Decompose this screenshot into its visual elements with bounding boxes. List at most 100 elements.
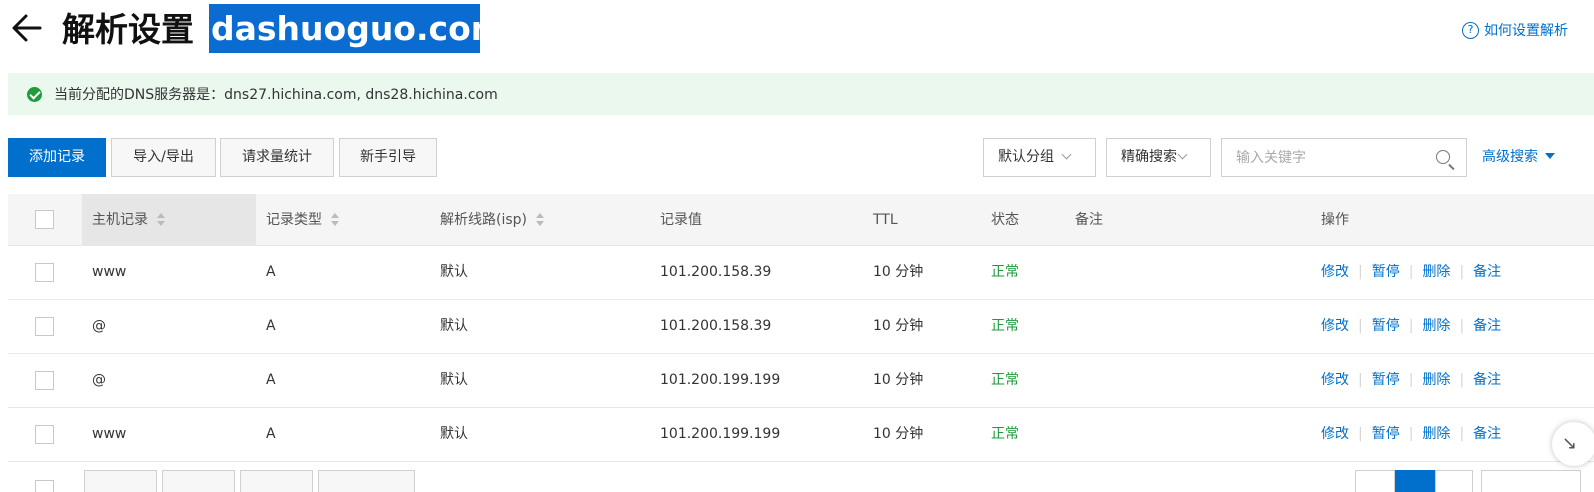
prev-page-button[interactable] (1355, 470, 1395, 492)
table-footer (8, 470, 1594, 492)
status-cell: 正常 (991, 426, 1019, 442)
host-cell: www (92, 264, 127, 280)
row-actions: 修改 | 暂停 | 删除 | 备注 (1321, 300, 1501, 353)
delete-link[interactable]: 删除 (1422, 426, 1450, 442)
row-checkbox[interactable] (35, 263, 54, 282)
column-host-label: 主机记录 (92, 212, 148, 228)
host-cell: @ (92, 318, 106, 334)
action-separator: | (1358, 264, 1363, 280)
sort-icon[interactable] (331, 213, 339, 227)
line-cell: 默认 (440, 426, 468, 442)
row-checkbox[interactable] (35, 371, 54, 390)
add-record-button[interactable]: 添加记录 (8, 138, 106, 177)
remark-link[interactable]: 备注 (1473, 318, 1501, 334)
page-1-button[interactable] (1395, 470, 1435, 492)
scroll-to-top-button[interactable]: ↘ (1552, 422, 1594, 466)
remark-link[interactable]: 备注 (1473, 264, 1501, 280)
column-line-label: 解析线路(isp) (440, 212, 527, 228)
edit-link[interactable]: 修改 (1321, 318, 1349, 334)
action-separator: | (1459, 318, 1465, 334)
pause-link[interactable]: 暂停 (1372, 372, 1400, 388)
action-separator: | (1358, 318, 1363, 334)
remark-link[interactable]: 备注 (1473, 372, 1501, 388)
help-link[interactable]: ? 如何设置解析 (1462, 20, 1568, 40)
page-size-select[interactable] (1481, 470, 1581, 492)
group-select-value: 默认分组 (998, 149, 1054, 165)
back-arrow-icon[interactable] (8, 8, 48, 48)
edit-link[interactable]: 修改 (1321, 372, 1349, 388)
page-title: 解析设置 (62, 10, 194, 49)
table-row: @ A 默认 101.200.199.199 10 分钟 正常 修改 | 暂停 | 删除… (8, 354, 1594, 408)
column-actions-header: 操作 (1321, 212, 1349, 228)
import-export-button[interactable]: 导入/导出 (111, 138, 216, 177)
type-cell: A (266, 264, 276, 280)
dns-records-table: 主机记录 记录类型 解析线路(isp) 记录值 TTL 状态 备注 操作 www… (8, 194, 1594, 492)
pause-link[interactable]: 暂停 (1372, 264, 1400, 280)
delete-link[interactable]: 删除 (1422, 318, 1450, 334)
ttl-cell: 10 分钟 (873, 318, 924, 334)
column-type-label: 记录类型 (266, 212, 322, 228)
host-cell: www (92, 426, 127, 442)
domain-name: dashuoguo.com (209, 4, 480, 53)
row-actions: 修改 | 暂停 | 删除 | 备注 (1321, 246, 1501, 299)
batch-action-button[interactable] (318, 470, 415, 492)
line-cell: 默认 (440, 264, 468, 280)
line-cell: 默认 (440, 372, 468, 388)
dns-server-text: 当前分配的DNS服务器是：dns27.hichina.com, dns28.hi… (54, 87, 498, 103)
ttl-cell: 10 分钟 (873, 426, 924, 442)
sort-icon[interactable] (157, 213, 165, 227)
batch-action-button[interactable] (240, 470, 313, 492)
table-row: www A 默认 101.200.158.39 10 分钟 正常 修改 | 暂停 | 删… (8, 246, 1594, 300)
advanced-search-toggle[interactable]: 高级搜索 (1482, 138, 1555, 177)
group-select[interactable]: 默认分组 (983, 138, 1096, 177)
action-separator: | (1459, 372, 1465, 388)
value-cell: 101.200.199.199 (660, 372, 781, 388)
column-remark-header: 备注 (1075, 212, 1103, 228)
remark-link[interactable]: 备注 (1473, 426, 1501, 442)
row-checkbox[interactable] (35, 425, 54, 444)
request-stats-button[interactable]: 请求量统计 (220, 138, 334, 177)
column-status-header: 状态 (991, 212, 1019, 228)
pause-link[interactable]: 暂停 (1372, 426, 1400, 442)
table-row: www A 默认 101.200.199.199 10 分钟 正常 修改 | 暂停 |… (8, 408, 1594, 462)
table-row: @ A 默认 101.200.158.39 10 分钟 正常 修改 | 暂停 | 删除 |… (8, 300, 1594, 354)
column-host-header[interactable]: 主机记录 (92, 194, 165, 246)
edit-link[interactable]: 修改 (1321, 264, 1349, 280)
delete-link[interactable]: 删除 (1422, 264, 1450, 280)
type-cell: A (266, 372, 276, 388)
status-cell: 正常 (991, 264, 1019, 280)
help-link-label: 如何设置解析 (1484, 23, 1568, 39)
chevron-down-icon (1061, 149, 1072, 160)
caret-down-icon (1545, 153, 1555, 159)
line-cell: 默认 (440, 318, 468, 334)
next-page-button[interactable] (1435, 470, 1473, 492)
type-cell: A (266, 426, 276, 442)
value-cell: 101.200.158.39 (660, 264, 772, 280)
column-line-header[interactable]: 解析线路(isp) (440, 194, 544, 246)
column-type-header[interactable]: 记录类型 (266, 194, 339, 246)
status-cell: 正常 (991, 318, 1019, 334)
chevron-down-icon (1177, 149, 1188, 160)
beginner-guide-button[interactable]: 新手引导 (339, 138, 437, 177)
host-cell: @ (92, 372, 106, 388)
page-header: 解析设置 dashuoguo.com ? 如何设置解析 (0, 0, 1594, 60)
check-circle-icon (27, 86, 42, 102)
search-mode-select[interactable]: 精确搜索 (1106, 138, 1211, 177)
action-separator: | (1358, 372, 1363, 388)
action-separator: | (1408, 318, 1414, 334)
select-all-checkbox[interactable] (35, 210, 54, 229)
row-checkbox[interactable] (35, 317, 54, 336)
search-icon[interactable] (1436, 150, 1450, 164)
delete-link[interactable]: 删除 (1422, 372, 1450, 388)
column-ttl-header: TTL (873, 212, 898, 228)
footer-checkbox[interactable] (35, 480, 54, 492)
batch-action-button[interactable] (162, 470, 235, 492)
search-input[interactable] (1222, 139, 1422, 176)
sort-icon[interactable] (536, 213, 544, 227)
batch-action-button[interactable] (84, 470, 157, 492)
edit-link[interactable]: 修改 (1321, 426, 1349, 442)
toolbar: 添加记录 导入/导出 请求量统计 新手引导 默认分组 精确搜索 高级搜索 (8, 138, 1594, 178)
type-cell: A (266, 318, 276, 334)
advanced-search-label: 高级搜索 (1482, 149, 1538, 165)
pause-link[interactable]: 暂停 (1372, 318, 1400, 334)
